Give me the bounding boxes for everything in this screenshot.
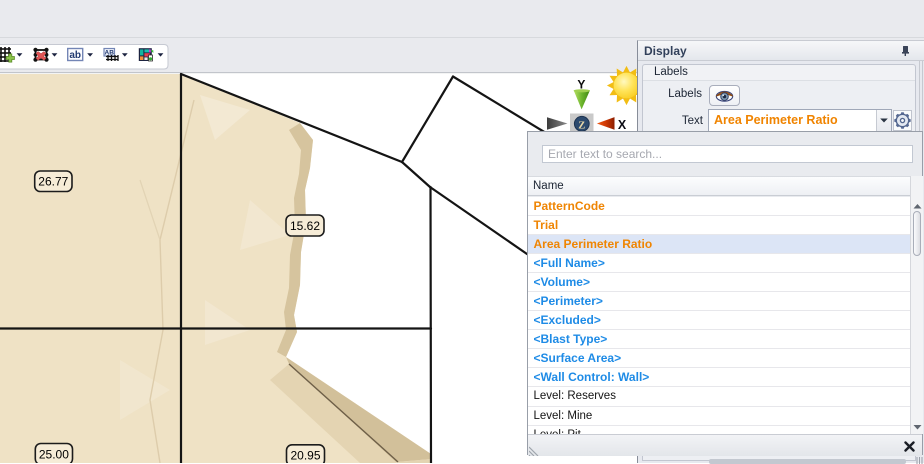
svg-text:25.00: 25.00 [39,447,69,461]
svg-text:ab: ab [69,50,81,61]
svg-text:15.62: 15.62 [290,219,320,233]
svg-text:20.95: 20.95 [290,449,320,463]
svg-text:X: X [618,118,627,132]
svg-text:AB: AB [105,50,115,57]
svg-text:Z: Z [578,120,585,131]
svg-text:26.77: 26.77 [38,175,68,189]
